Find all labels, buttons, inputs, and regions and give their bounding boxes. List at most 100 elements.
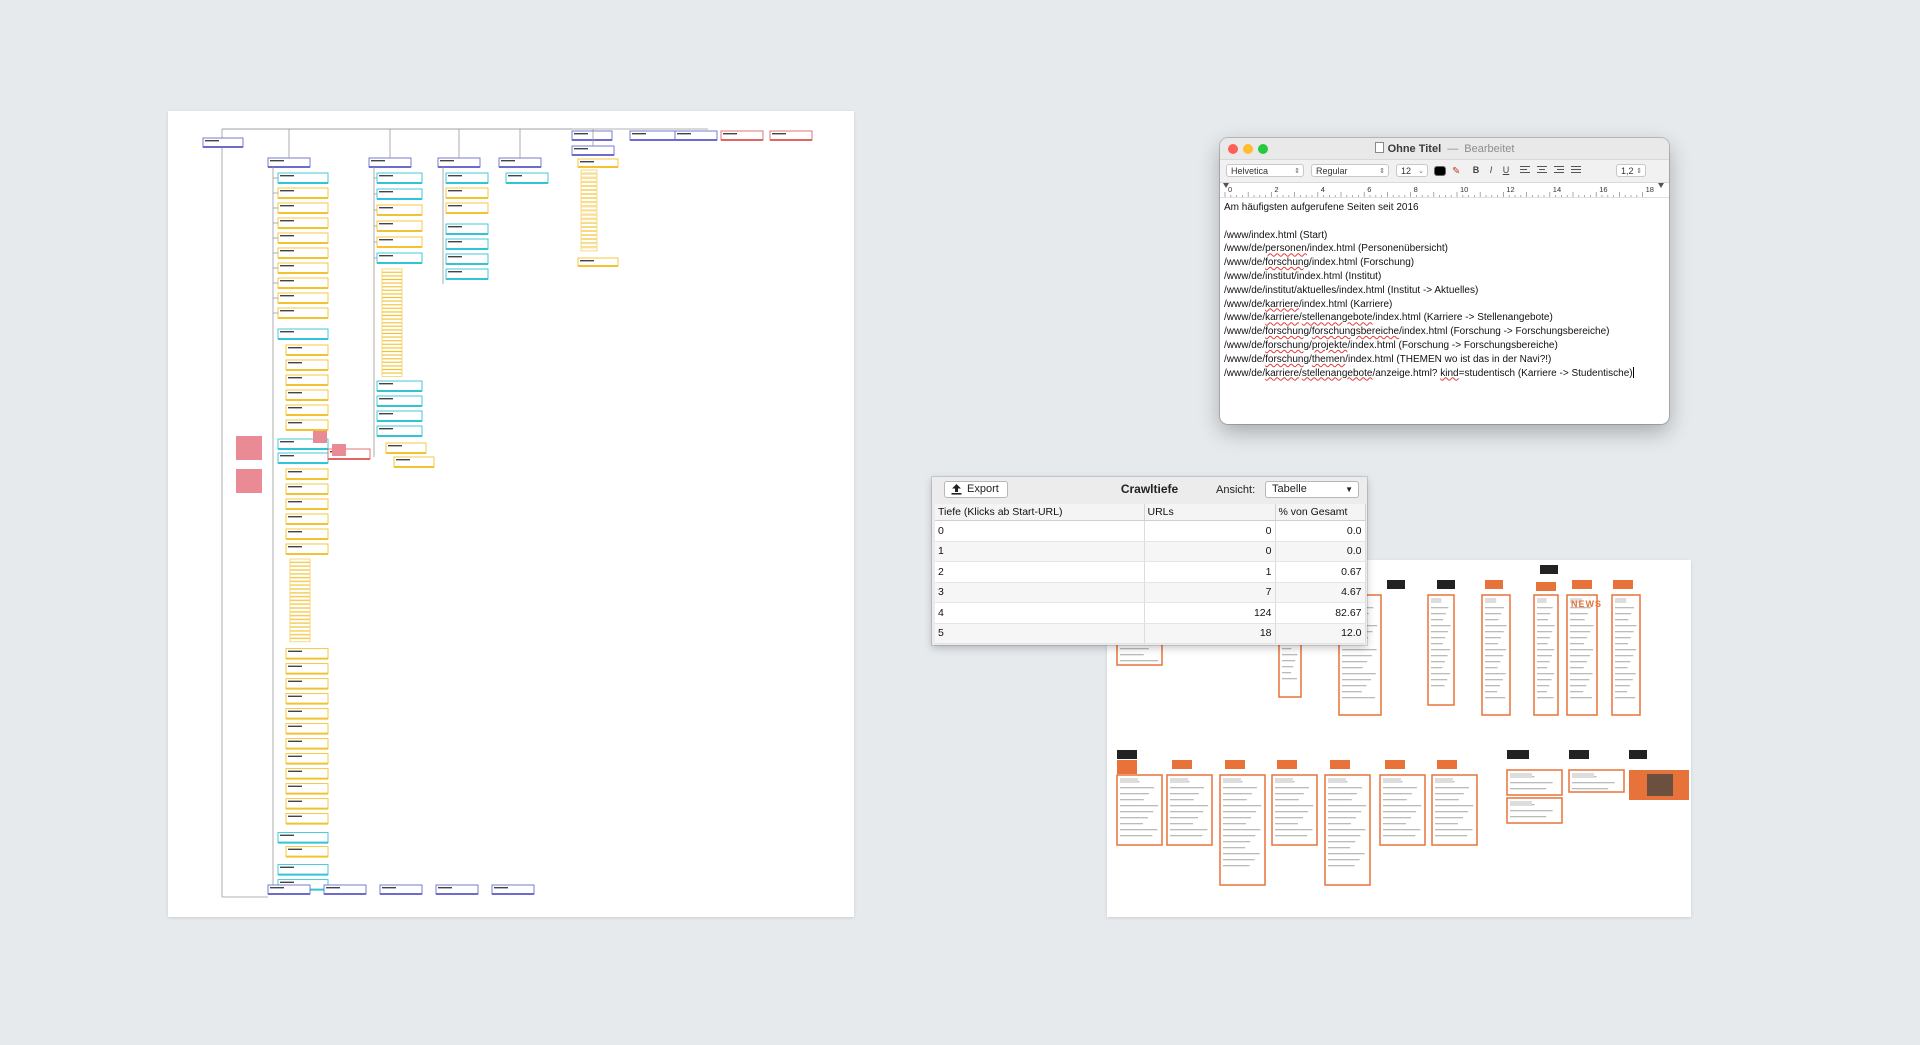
updown-icon: ⇕ <box>1294 168 1300 175</box>
sticky-note <box>332 444 346 456</box>
page-tag <box>1117 760 1137 769</box>
percent-cell: 0.0 <box>1275 541 1366 562</box>
italic-button[interactable]: I <box>1484 165 1498 176</box>
sitemap-page-node <box>376 236 423 248</box>
export-label: Export <box>967 483 999 495</box>
sitemap-page-node <box>285 513 329 525</box>
page-tag <box>1437 580 1455 589</box>
sitemap-page-node <box>376 380 423 392</box>
page-tag <box>1172 760 1192 769</box>
export-button[interactable]: Export <box>944 481 1008 498</box>
ruler-label: 4 <box>1321 185 1325 194</box>
page-tag <box>1572 580 1592 589</box>
sitemap-page-node <box>385 442 427 454</box>
updown-icon: ⇕ <box>1636 168 1642 175</box>
table-row[interactable]: 4 124 82.67 <box>935 602 1366 624</box>
depth-cell: 2 <box>935 561 1145 583</box>
text-line: /www/de/institut/index.html (Institut) <box>1224 270 1382 282</box>
table-row[interactable]: 1 0 0.0 <box>935 541 1366 562</box>
textedit-window[interactable]: Ohne Titel — Bearbeitet Helvetica ⇕ Regul… <box>1220 138 1669 424</box>
ruler-label: 6 <box>1367 185 1371 194</box>
sitemap-page-node <box>277 262 329 274</box>
column-header-percent[interactable]: % von Gesamt <box>1275 504 1366 521</box>
text-line: /www/de/karriere/stellenangebote/anzeige… <box>1224 366 1665 381</box>
sitemap-page-node <box>277 864 329 876</box>
wireframe-page <box>1271 774 1318 846</box>
table-row[interactable]: 3 7 4.67 <box>935 582 1366 603</box>
align-right-icon[interactable] <box>1554 166 1564 174</box>
highlight-color-icon[interactable]: ✎ <box>1452 165 1464 178</box>
text-line: /www/de/forschung/projekte/index.html (F… <box>1224 339 1558 351</box>
urls-cell: 18 <box>1144 623 1276 644</box>
percent-cell: 82.67 <box>1275 602 1366 624</box>
table-row[interactable]: 5 18 12.0 <box>935 623 1366 644</box>
page-tag <box>1569 750 1589 759</box>
table-header-row: Tiefe (Klicks ab Start-URL) URLs % von G… <box>935 504 1366 521</box>
sitemap-footer-node <box>267 884 311 895</box>
ruler[interactable]: 0 2 4 6 8 10 12 14 16 18 <box>1220 183 1669 198</box>
sitemap-section-node <box>571 145 615 156</box>
text-area[interactable]: Am häufigsten aufgerufene Seiten seit 20… <box>1220 198 1669 380</box>
sitemap-nav-node <box>674 130 718 141</box>
sitemap-page-node <box>277 172 329 184</box>
sitemap-page-node <box>285 663 329 675</box>
sitemap-section-node <box>437 157 481 168</box>
font-family-select[interactable]: Helvetica ⇕ <box>1226 164 1304 177</box>
page-tag <box>1225 760 1245 769</box>
table-row[interactable]: 0 0 0.0 <box>935 520 1366 542</box>
sitemap-section-node <box>498 157 542 168</box>
text-line-last: /www/de/karriere/stellenangebote/anzeige… <box>1224 367 1633 379</box>
text-color-well[interactable] <box>1434 166 1446 176</box>
sitemap-nav-node <box>571 130 613 141</box>
crawl-depth-panel: Export Crawltiefe Ansicht: Tabelle ▼ Tief… <box>932 477 1367 645</box>
align-center-icon[interactable] <box>1537 166 1547 174</box>
sitemap-page-node <box>445 202 489 214</box>
sitemap-page-node <box>285 708 329 720</box>
sitemap-board <box>168 111 854 917</box>
text-line: /www/de/forschung/forschungsbereiche/ind… <box>1224 326 1610 338</box>
bold-button[interactable]: B <box>1469 165 1483 176</box>
sitemap-page-node <box>376 188 423 200</box>
sitemap-page-node <box>285 374 329 386</box>
ruler-scale: 0 2 4 6 8 10 12 14 16 18 <box>1223 183 1664 197</box>
sitemap-page-node <box>376 204 423 216</box>
sitemap-page-node <box>277 217 329 229</box>
sitemap-section-node <box>368 157 412 168</box>
font-family-value: Helvetica <box>1231 166 1269 176</box>
urls-cell: 0 <box>1144 541 1276 562</box>
page-tag <box>1437 760 1457 769</box>
view-select[interactable]: Tabelle ▼ <box>1265 481 1359 498</box>
sitemap-footer-node <box>323 884 367 895</box>
text-line: Am häufigsten aufgerufene Seiten seit 20… <box>1224 202 1419 213</box>
column-header-urls[interactable]: URLs <box>1144 504 1276 521</box>
page-tag <box>1385 760 1405 769</box>
sticky-note <box>236 436 262 460</box>
page-tag <box>1536 582 1556 591</box>
sitemap-page-node <box>445 238 489 250</box>
ruler-label: 12 <box>1506 185 1514 194</box>
sitemap-page-node <box>445 223 489 235</box>
column-header-depth[interactable]: Tiefe (Klicks ab Start-URL) <box>935 504 1145 521</box>
font-style-select[interactable]: Regular ⇕ <box>1311 164 1389 177</box>
sitemap-page-node <box>577 257 619 267</box>
sitemap-page-node <box>376 172 423 184</box>
line-spacing-value: 1,2 <box>1621 166 1634 176</box>
align-justify-icon[interactable] <box>1571 166 1581 174</box>
page-tag <box>1277 760 1297 769</box>
font-style-value: Regular <box>1316 166 1348 176</box>
table-row[interactable]: 2 1 0.67 <box>935 561 1366 583</box>
font-size-select[interactable]: 12 ⌄ <box>1396 164 1428 177</box>
urls-cell: 7 <box>1144 582 1276 603</box>
underline-button[interactable]: U <box>1499 165 1513 176</box>
align-left-icon[interactable] <box>1520 166 1530 174</box>
sitemap-page-node <box>285 404 329 416</box>
window-titlebar[interactable]: Ohne Titel — Bearbeitet <box>1220 138 1669 160</box>
sitemap-page-node <box>277 328 329 340</box>
sitemap-footer-node <box>379 884 423 895</box>
line-spacing-select[interactable]: 1,2 ⇕ <box>1616 164 1646 177</box>
text-line: /www/de/personen/index.html (Personenübe… <box>1224 243 1449 255</box>
view-label: Ansicht: <box>1216 484 1256 496</box>
ruler-label: 14 <box>1553 185 1561 194</box>
sitemap-footer-node <box>491 884 535 895</box>
page-tag <box>1507 750 1529 759</box>
